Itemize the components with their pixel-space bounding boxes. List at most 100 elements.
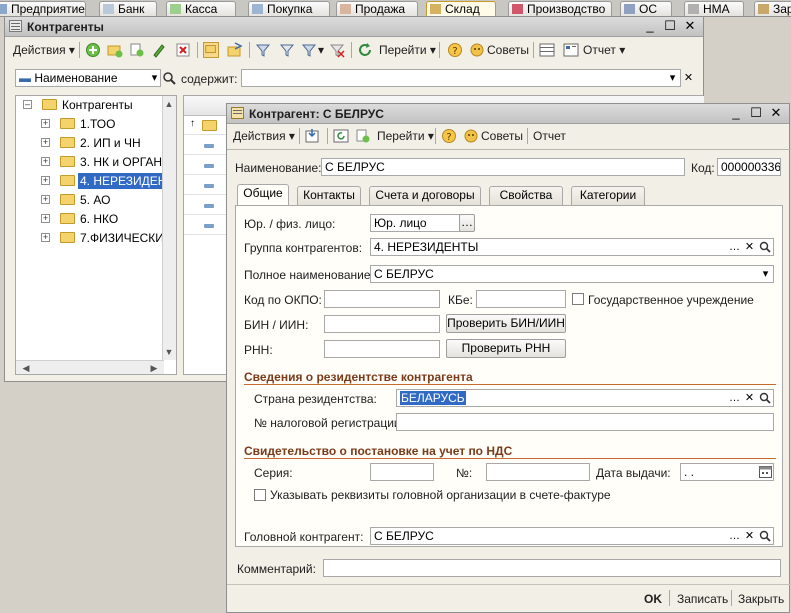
tree-item[interactable]: + 6. НКО <box>38 210 158 228</box>
tree-item[interactable]: + 1.ТОО <box>38 115 158 133</box>
tab-production[interactable]: Производство <box>508 1 612 16</box>
tree-item[interactable]: + 7.ФИЗИЧЕСКИ <box>38 229 168 247</box>
tree-item[interactable]: + 5. АО <box>38 191 158 209</box>
entity-type-input[interactable]: Юр. лицо <box>370 214 460 232</box>
tree-vertical-scrollbar[interactable]: ▲ ▼ <box>162 96 176 360</box>
maximize-icon[interactable]: ☐ <box>663 19 677 33</box>
tree-item[interactable]: + 2. ИП и ЧН <box>38 134 158 152</box>
number-input[interactable] <box>486 463 590 481</box>
tax-registration-input[interactable] <box>396 413 774 431</box>
calendar-icon[interactable] <box>759 465 772 478</box>
columns-icon[interactable] <box>539 42 555 58</box>
tab-sales[interactable]: Продажа <box>336 1 418 16</box>
okpo-input[interactable] <box>324 290 440 308</box>
full-name-input[interactable]: С БЕЛРУС <box>370 265 774 283</box>
list-goto-menu[interactable]: Перейти ▾ <box>379 43 436 57</box>
refresh-icon[interactable] <box>357 42 373 58</box>
save-button[interactable]: Записать <box>677 592 728 606</box>
help-icon[interactable]: ? <box>441 128 457 144</box>
tab-accounts-contracts[interactable]: Счета и договоры <box>369 186 481 205</box>
hierarchy-view-icon[interactable] <box>203 42 219 58</box>
copy-icon[interactable] <box>129 42 145 58</box>
check-bin-button[interactable]: Проверить БИН/ИИН <box>446 314 566 333</box>
rnn-input[interactable] <box>324 340 440 358</box>
country-input[interactable]: БЕЛАРУСЬ <box>396 389 774 407</box>
tab-bank[interactable]: Банк <box>99 1 157 16</box>
tab-salary[interactable]: Зар <box>754 1 791 16</box>
tab-categories[interactable]: Категории <box>571 186 645 205</box>
filter-history-dropdown-icon[interactable]: ▾ <box>318 43 324 57</box>
check-rnn-button[interactable]: Проверить РНН <box>446 339 566 358</box>
form-actions-menu[interactable]: Действия ▾ <box>233 129 295 143</box>
filter-field-select[interactable]: ▬ Наименование <box>15 69 161 87</box>
search-icon[interactable] <box>759 392 771 404</box>
filter-value-input[interactable] <box>241 69 681 87</box>
list-tips-button[interactable]: Советы <box>487 43 529 57</box>
filter-icon[interactable] <box>255 42 271 58</box>
tab-contacts[interactable]: Контакты <box>297 186 361 205</box>
chevron-down-icon[interactable]: ▾ <box>758 266 773 282</box>
chevron-down-icon[interactable]: ▾ <box>147 70 162 86</box>
search-icon[interactable] <box>162 71 176 85</box>
minimize-icon[interactable]: _ <box>729 106 743 120</box>
add-folder-icon[interactable] <box>107 42 123 58</box>
group-select-icon[interactable]: … <box>727 239 742 255</box>
delete-icon[interactable] <box>175 42 191 58</box>
tab-enterprise[interactable]: Предприятие <box>0 1 86 16</box>
clear-icon[interactable]: ✕ <box>681 70 696 86</box>
tab-cash[interactable]: Касса <box>166 1 236 16</box>
expand-icon[interactable]: + <box>41 119 50 128</box>
save-and-close-icon[interactable] <box>305 128 321 144</box>
filter-by-value-icon[interactable] <box>279 42 295 58</box>
tab-intangibles[interactable]: НМА <box>684 1 744 16</box>
clear-icon[interactable]: ✕ <box>742 528 757 544</box>
search-icon[interactable] <box>759 241 771 253</box>
tab-properties[interactable]: Свойства <box>489 186 563 205</box>
close-icon[interactable]: ✕ <box>683 19 697 33</box>
ok-button[interactable]: OK <box>644 592 662 606</box>
tab-general[interactable]: Общие <box>237 184 289 205</box>
comment-input[interactable] <box>323 559 781 577</box>
expand-icon[interactable]: + <box>41 214 50 223</box>
tab-fixed-assets[interactable]: ОС <box>620 1 672 16</box>
expand-icon[interactable]: + <box>41 138 50 147</box>
clear-icon[interactable]: ✕ <box>742 239 757 255</box>
form-refresh-icon[interactable] <box>333 128 349 144</box>
tips-icon[interactable] <box>469 42 485 58</box>
tab-warehouse[interactable]: Склад <box>426 1 496 16</box>
minimize-icon[interactable]: _ <box>643 19 657 33</box>
tree-item[interactable]: + 3. НК и ОРГАН <box>38 153 168 171</box>
head-org-checkbox[interactable] <box>254 489 266 501</box>
clear-filter-icon[interactable] <box>329 42 345 58</box>
group-input[interactable]: 4. НЕРЕЗИДЕНТЫ <box>370 238 774 256</box>
move-to-folder-icon[interactable] <box>227 42 243 58</box>
close-icon[interactable]: ✕ <box>769 106 783 120</box>
form-tips-button[interactable]: Советы <box>481 129 523 143</box>
tab-purchase[interactable]: Покупка <box>248 1 330 16</box>
list-report-menu[interactable]: Отчет ▾ <box>583 43 625 57</box>
name-input[interactable]: С БЕЛРУС <box>321 158 685 176</box>
scroll-right-icon[interactable]: ▶ <box>148 362 160 374</box>
tree-horizontal-scrollbar[interactable]: ◀ ▶ <box>16 360 164 374</box>
kbe-input[interactable] <box>476 290 566 308</box>
copy-icon[interactable] <box>355 128 371 144</box>
entity-type-select-button[interactable]: … <box>459 214 475 232</box>
form-report-button[interactable]: Отчет <box>533 129 566 143</box>
clear-icon[interactable]: ✕ <box>742 390 757 406</box>
head-counterparty-input[interactable]: С БЕЛРУС <box>370 527 774 545</box>
scroll-up-icon[interactable]: ▲ <box>163 98 175 110</box>
form-goto-menu[interactable]: Перейти ▾ <box>377 129 434 143</box>
tree-item-selected[interactable]: + 4. НЕРЕЗИДЕН <box>38 172 168 190</box>
scroll-left-icon[interactable]: ◀ <box>20 362 32 374</box>
edit-icon[interactable] <box>151 42 167 58</box>
tips-icon[interactable] <box>463 128 479 144</box>
maximize-icon[interactable]: ☐ <box>749 106 763 120</box>
head-counterparty-select-icon[interactable]: … <box>727 528 742 544</box>
scroll-down-icon[interactable]: ▼ <box>163 346 175 358</box>
chevron-down-icon[interactable]: ▾ <box>665 70 680 86</box>
search-icon[interactable] <box>759 530 771 542</box>
filter-history-icon[interactable] <box>301 42 317 58</box>
country-select-icon[interactable]: … <box>727 390 742 406</box>
report-icon[interactable] <box>563 42 579 58</box>
expand-icon[interactable]: + <box>41 157 50 166</box>
